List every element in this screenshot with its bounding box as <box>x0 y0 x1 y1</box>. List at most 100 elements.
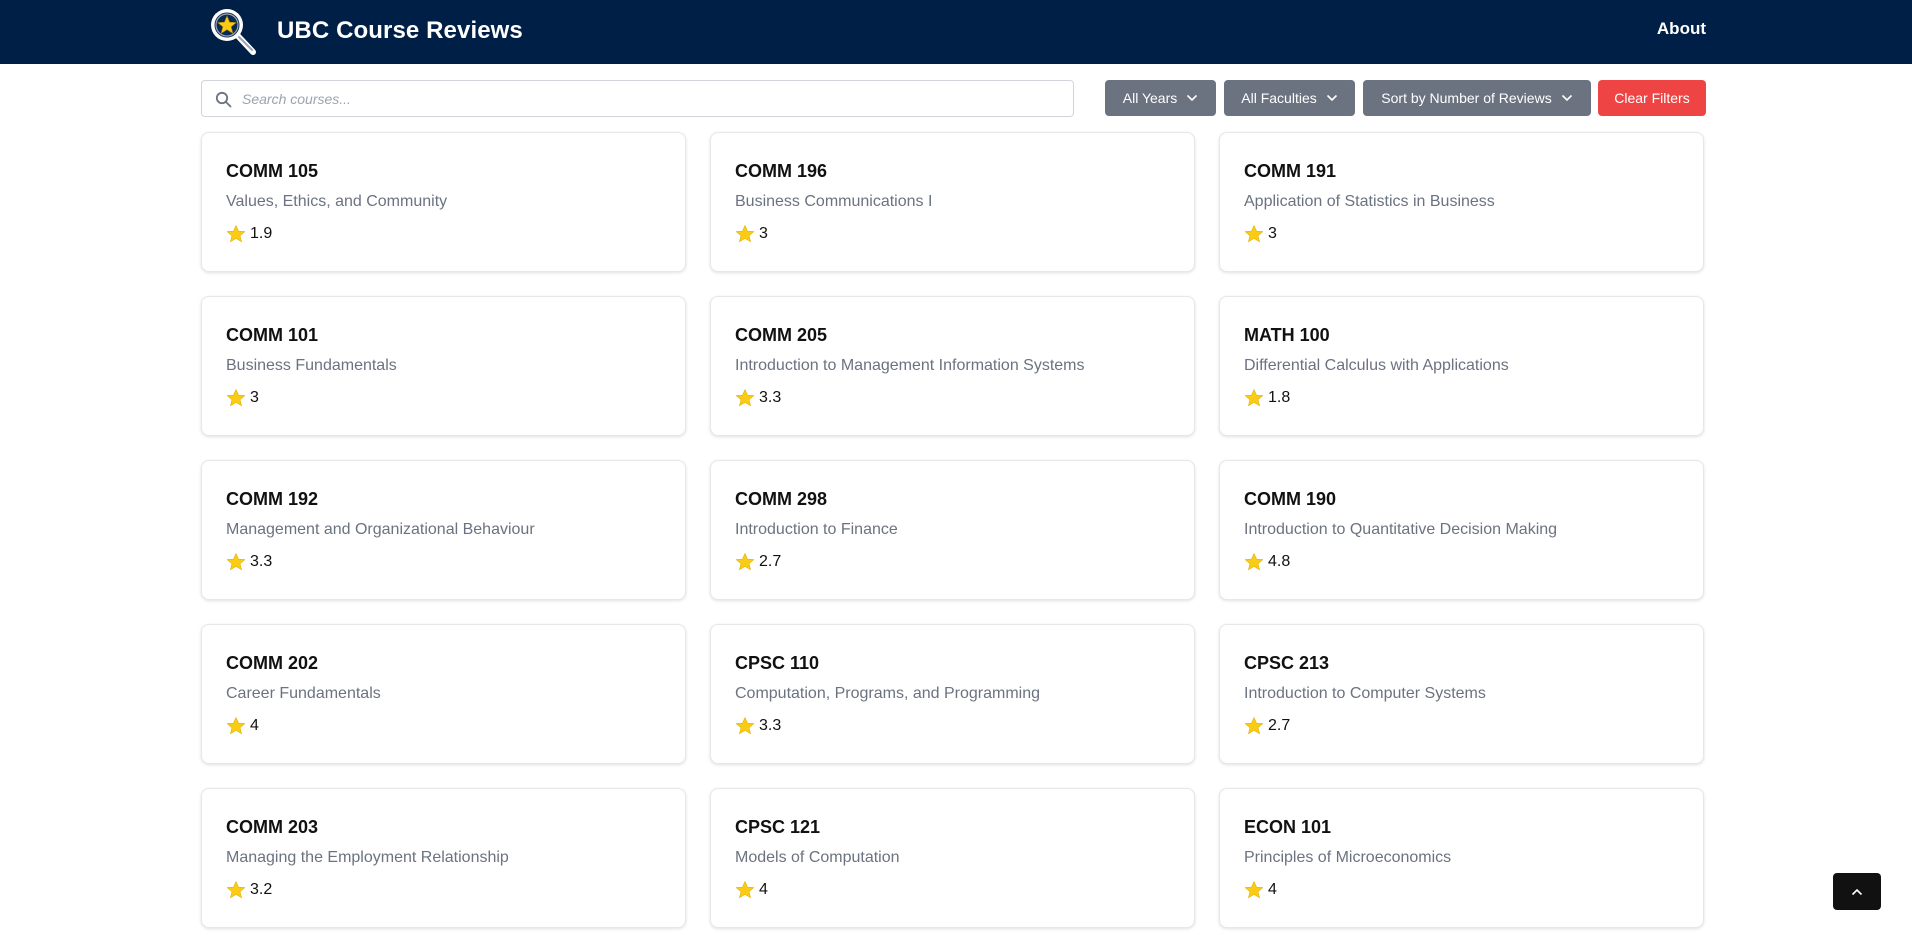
course-code: COMM 203 <box>226 817 319 837</box>
site-title: UBC Course Reviews <box>277 17 523 44</box>
star-icon <box>735 717 755 735</box>
course-rating: 2.7 <box>1244 716 1679 736</box>
sort-dropdown[interactable]: Sort by Number of Reviews <box>1363 80 1591 116</box>
search-box <box>201 80 1074 117</box>
course-card[interactable]: CPSC 110 Computation, Programs, and Prog… <box>710 624 1195 764</box>
course-rating: 4 <box>735 880 1170 900</box>
course-card[interactable]: COMM 196 Business Communications I 3 <box>710 132 1195 272</box>
course-code: COMM 202 <box>226 653 319 673</box>
search-input[interactable] <box>242 81 1062 116</box>
course-title: Management and Organizational Behaviour <box>226 521 535 538</box>
rating-value: 1.9 <box>250 225 273 242</box>
rating-value: 2.7 <box>1268 717 1291 734</box>
course-title: Business Fundamentals <box>226 357 397 374</box>
course-rating: 3.3 <box>735 388 1170 408</box>
magnifier-star-logo-icon <box>211 9 256 55</box>
star-icon <box>735 389 755 407</box>
rating-value: 3 <box>250 389 259 406</box>
chevron-up-icon <box>1851 888 1863 895</box>
rating-value: 3.3 <box>759 717 782 734</box>
rating-value: 3 <box>1268 225 1277 242</box>
course-code: CPSC 121 <box>735 817 821 837</box>
rating-value: 4 <box>250 717 259 734</box>
course-card[interactable]: COMM 101 Business Fundamentals 3 <box>201 296 686 436</box>
course-card[interactable]: CPSC 213 Introduction to Computer System… <box>1219 624 1704 764</box>
course-code: COMM 192 <box>226 489 319 509</box>
chevron-down-icon <box>1326 94 1337 102</box>
course-card[interactable]: COMM 202 Career Fundamentals 4 <box>201 624 686 764</box>
star-icon <box>226 225 246 243</box>
course-code: COMM 205 <box>735 325 828 345</box>
course-card[interactable]: COMM 191 Application of Statistics in Bu… <box>1219 132 1704 272</box>
search-icon <box>215 91 232 108</box>
course-title: Models of Computation <box>735 849 900 866</box>
course-card[interactable]: COMM 298 Introduction to Finance 2.7 <box>710 460 1195 600</box>
course-card[interactable]: ECON 101 Principles of Microeconomics 4 <box>1219 788 1704 928</box>
course-card[interactable]: COMM 190 Introduction to Quantitative De… <box>1219 460 1704 600</box>
about-link[interactable]: About <box>1657 19 1706 39</box>
course-card[interactable]: COMM 203 Managing the Employment Relatio… <box>201 788 686 928</box>
chevron-down-icon <box>1187 94 1198 102</box>
course-code: MATH 100 <box>1244 325 1330 345</box>
star-icon <box>226 881 246 899</box>
course-rating: 2.7 <box>735 552 1170 572</box>
course-rating: 3.2 <box>226 880 661 900</box>
course-rating: 4 <box>226 716 661 736</box>
star-icon <box>226 553 246 571</box>
brand[interactable]: UBC Course Reviews <box>205 5 523 57</box>
course-title: Business Communications I <box>735 193 933 210</box>
course-title: Career Fundamentals <box>226 685 381 702</box>
star-icon <box>1244 717 1264 735</box>
course-code: CPSC 213 <box>1244 653 1330 673</box>
course-code: COMM 101 <box>226 325 319 345</box>
rating-value: 1.8 <box>1268 389 1291 406</box>
course-grid: COMM 105 Values, Ethics, and Community 1… <box>201 132 1705 928</box>
star-icon <box>1244 553 1264 571</box>
sort-label: Sort by Number of Reviews <box>1381 90 1552 106</box>
course-code: COMM 196 <box>735 161 828 181</box>
course-title: Introduction to Finance <box>735 521 898 538</box>
star-icon <box>226 717 246 735</box>
course-title: Introduction to Computer Systems <box>1244 685 1486 702</box>
course-title: Differential Calculus with Applications <box>1244 357 1509 374</box>
rating-value: 3.3 <box>250 553 273 570</box>
course-card[interactable]: COMM 192 Management and Organizational B… <box>201 460 686 600</box>
course-card[interactable]: MATH 100 Differential Calculus with Appl… <box>1219 296 1704 436</box>
course-card[interactable]: COMM 205 Introduction to Management Info… <box>710 296 1195 436</box>
course-title: Principles of Microeconomics <box>1244 849 1452 866</box>
faculty-filter-dropdown[interactable]: All Faculties <box>1224 80 1355 116</box>
star-icon <box>735 553 755 571</box>
rating-value: 2.7 <box>759 553 782 570</box>
course-code: COMM 105 <box>226 161 319 181</box>
top-navbar: UBC Course Reviews About <box>0 0 1912 64</box>
filter-toolbar: All Years All Faculties Sort by Number o… <box>201 80 1706 117</box>
year-filter-dropdown[interactable]: All Years <box>1105 80 1216 116</box>
course-code: COMM 298 <box>735 489 828 509</box>
course-rating: 1.9 <box>226 224 661 244</box>
rating-value: 4 <box>1268 881 1277 898</box>
rating-value: 4 <box>759 881 768 898</box>
course-code: CPSC 110 <box>735 653 820 673</box>
course-title: Introduction to Quantitative Decision Ma… <box>1244 521 1558 538</box>
course-title: Introduction to Management Information S… <box>735 357 1085 374</box>
clear-filters-button[interactable]: Clear Filters <box>1598 80 1706 116</box>
course-rating: 3 <box>1244 224 1679 244</box>
course-title: Application of Statistics in Business <box>1244 193 1495 210</box>
rating-value: 3.3 <box>759 389 782 406</box>
star-icon <box>226 389 246 407</box>
course-rating: 3.3 <box>735 716 1170 736</box>
rating-value: 3.2 <box>250 881 273 898</box>
course-code: COMM 191 <box>1244 161 1337 181</box>
course-card[interactable]: COMM 105 Values, Ethics, and Community 1… <box>201 132 686 272</box>
course-rating: 3.3 <box>226 552 661 572</box>
faculty-filter-label: All Faculties <box>1241 90 1317 106</box>
star-icon <box>1244 389 1264 407</box>
rating-value: 4.8 <box>1268 553 1291 570</box>
star-icon <box>735 225 755 243</box>
chevron-down-icon <box>1561 94 1572 102</box>
scroll-to-top-button[interactable] <box>1833 873 1881 910</box>
course-card[interactable]: CPSC 121 Models of Computation 4 <box>710 788 1195 928</box>
course-rating: 3 <box>735 224 1170 244</box>
course-rating: 4 <box>1244 880 1679 900</box>
rating-value: 3 <box>759 225 768 242</box>
